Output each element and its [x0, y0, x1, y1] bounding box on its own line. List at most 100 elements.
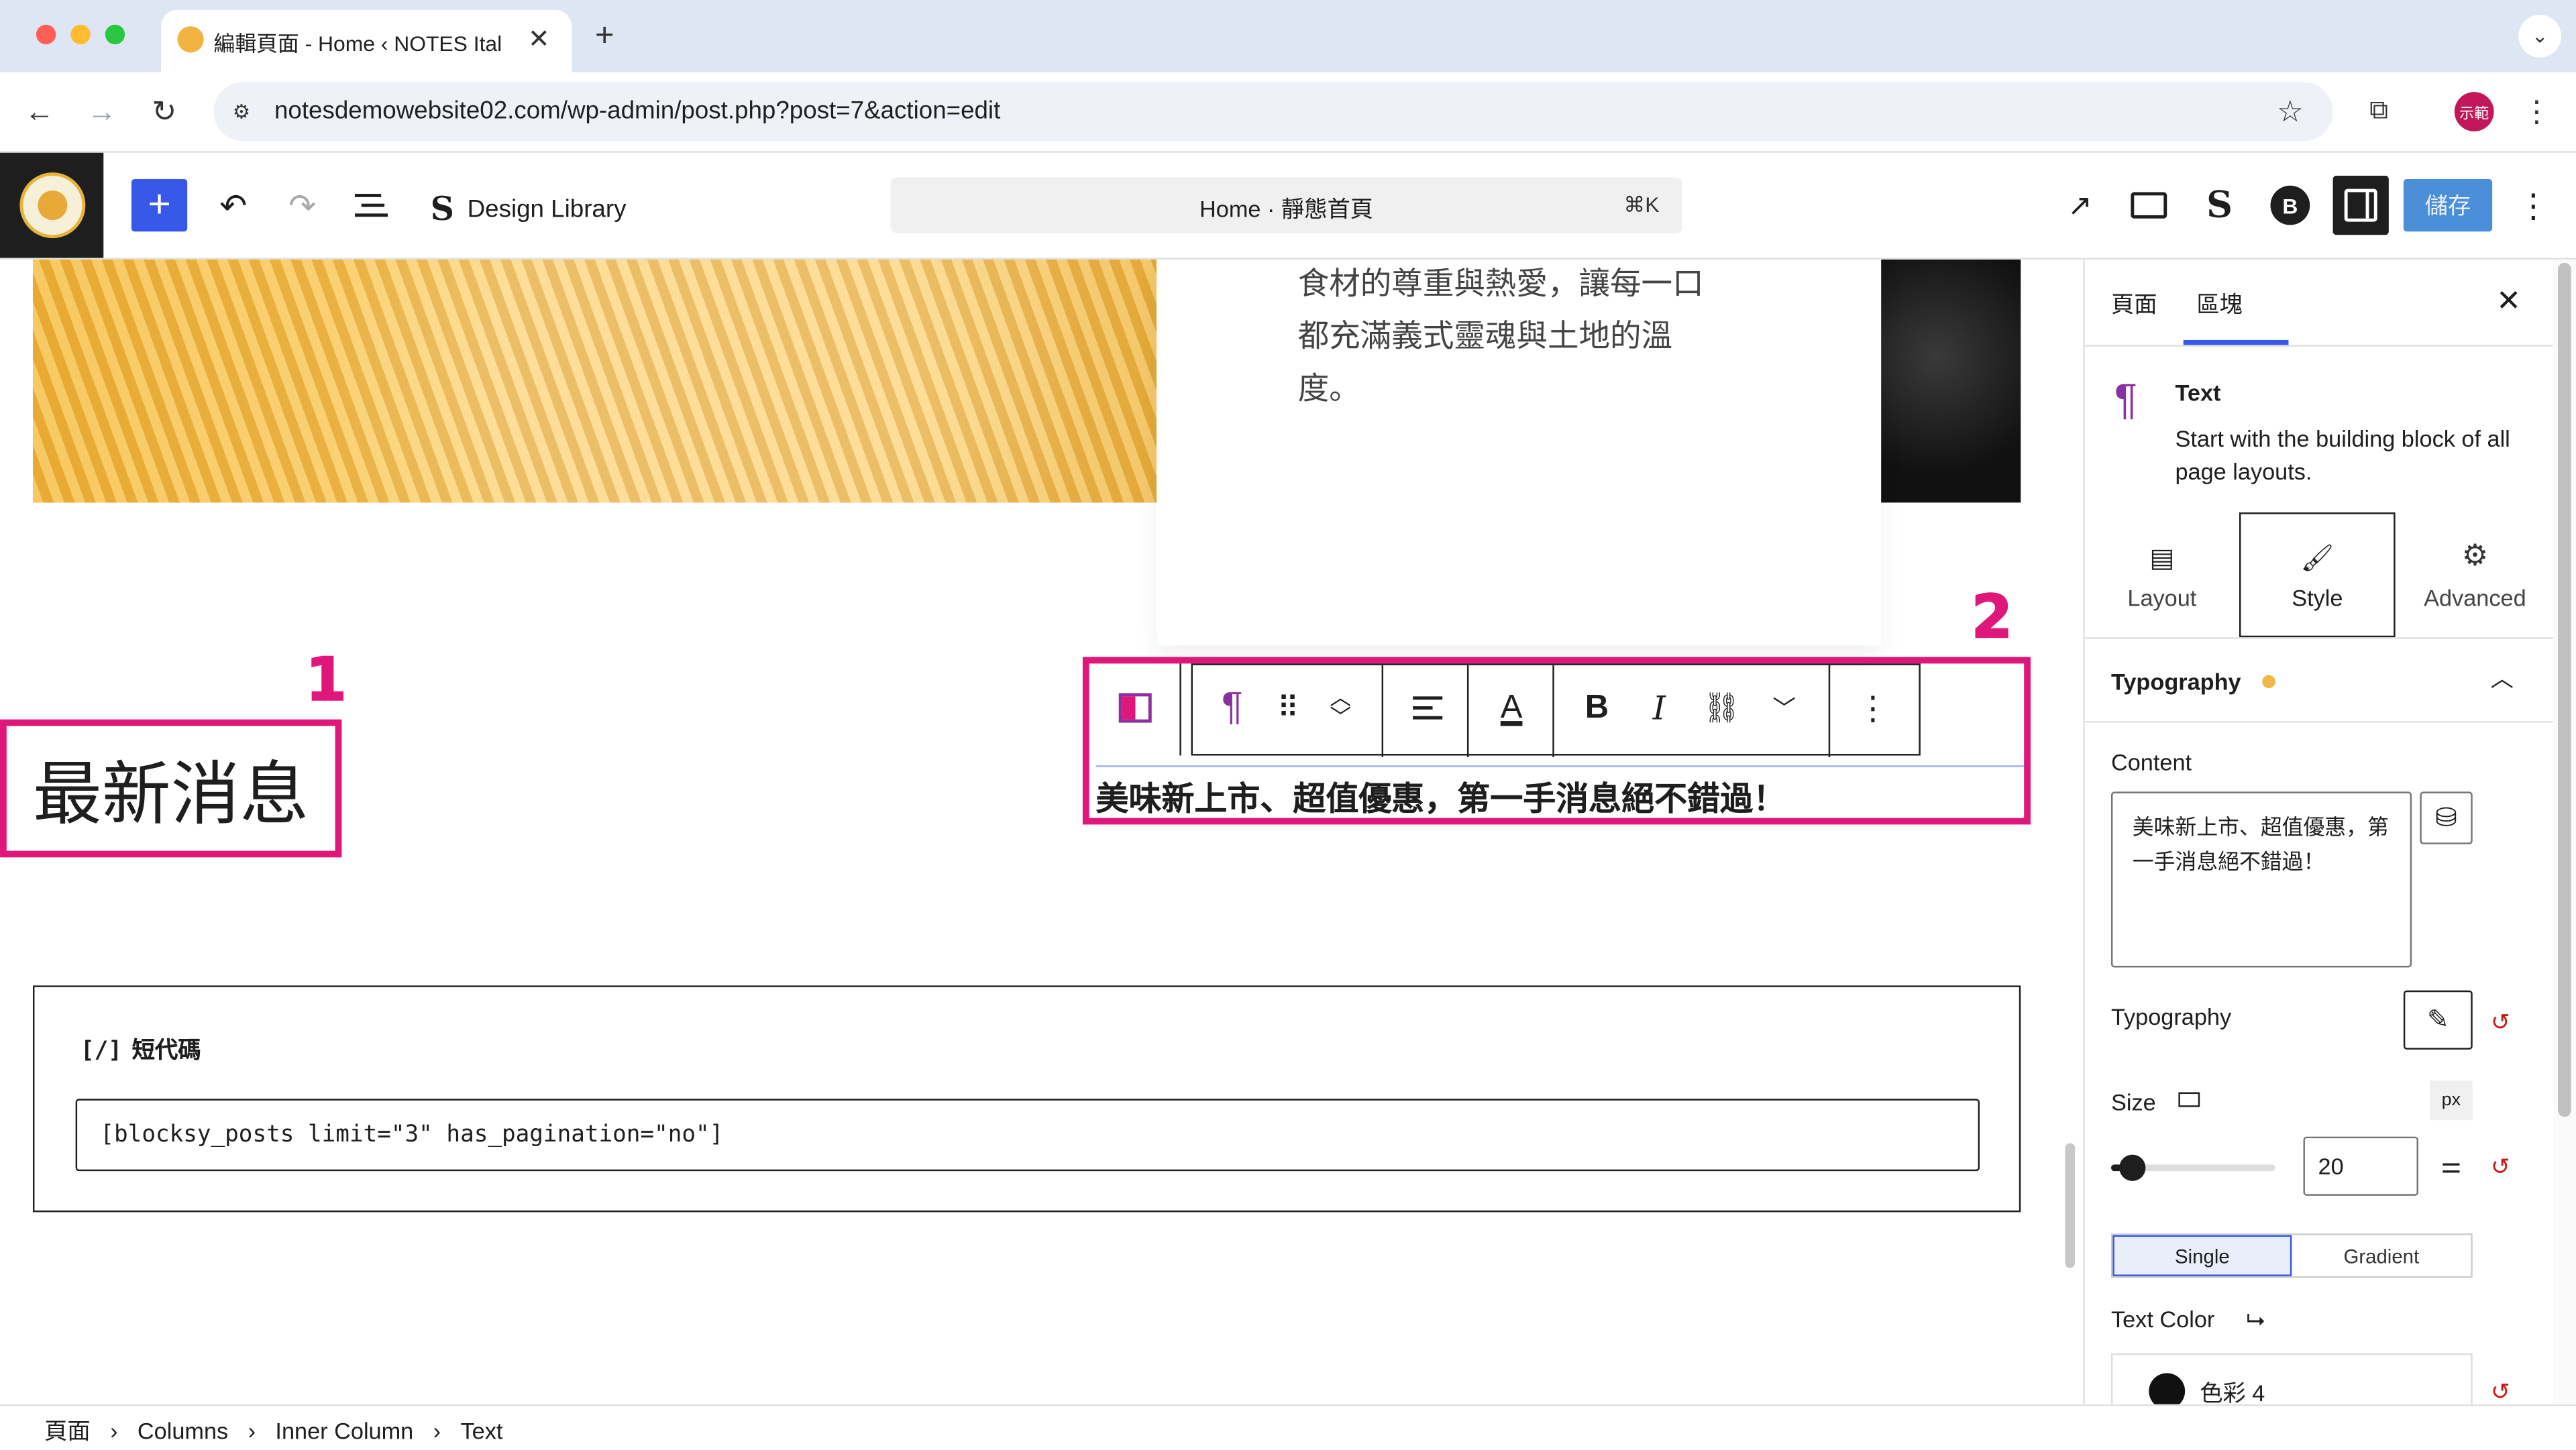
save-button[interactable]: 儲存 — [2403, 178, 2493, 232]
close-window-button[interactable] — [36, 24, 56, 45]
annotation-box-1: 最新消息 — [0, 719, 342, 858]
gear-icon: ⚙ — [2461, 539, 2489, 572]
typography-section-toggle[interactable]: Typography ︿ — [2084, 637, 2555, 723]
subtab-style[interactable]: 🖌 Style — [2239, 512, 2396, 638]
size-unit[interactable]: px — [2430, 1080, 2473, 1121]
dynamic-content-icon[interactable]: ⛁ — [2420, 791, 2473, 844]
color-swatch — [2149, 1373, 2186, 1404]
minimize-window-button[interactable] — [70, 24, 91, 45]
sidebar-icon — [2344, 188, 2377, 222]
breadcrumb-text[interactable]: Text — [460, 1417, 502, 1443]
block-options-icon[interactable]: ⋮ — [1843, 672, 1902, 744]
close-tab-icon[interactable]: ✕ — [523, 23, 555, 56]
inspector-subtabs: ▤ Layout 🖌 Style ⚙ Advanced — [2085, 512, 2555, 638]
size-input[interactable]: 20 — [2303, 1136, 2418, 1196]
bookmark-star-icon[interactable]: ☆ — [2271, 92, 2310, 131]
block-toolbar-group: ¶ ⠿ ︿ ﹀ A B I ⛓ ﹀ ⋮ — [1191, 663, 1921, 757]
bold-button[interactable]: B — [1567, 672, 1626, 744]
reset-color-icon[interactable]: ↺ — [2485, 1376, 2515, 1404]
command-shortcut: ⌘K — [1623, 192, 1660, 217]
stackable-settings-icon[interactable]: S — [2198, 182, 2241, 229]
tab-search-chevron-icon[interactable]: ⌄ — [2518, 15, 2561, 58]
new-tab-icon[interactable]: + — [585, 16, 625, 56]
tab-title: 編輯頁面 - Home ‹ NOTES Ital — [213, 31, 502, 56]
shortcode-block[interactable]: [/] 短代碼 [blocksy_posts limit="3" has_pagi… — [32, 985, 2021, 1213]
editor-canvas[interactable]: 食材的尊重與熱愛，讓每一口都充滿義式靈魂與土地的溫度。 1 最新消息 2 ¶ ⠿… — [0, 259, 2057, 1404]
breadcrumb-inner-column[interactable]: Inner Column — [275, 1417, 413, 1443]
subtab-advanced[interactable]: ⚙ Advanced — [2396, 512, 2555, 637]
browser-menu-icon[interactable]: ⋮ — [2520, 92, 2553, 131]
options-menu-icon[interactable]: ⋮ — [2517, 182, 2550, 229]
view-page-icon[interactable]: ↗ — [2060, 186, 2100, 225]
paragraph-text[interactable]: 美味新上市、超值優惠，第一手消息絕不錯過！ — [1095, 772, 1786, 820]
stackable-block-switcher[interactable] — [1093, 663, 1181, 756]
page-title: Home · 靜態首頁 — [1199, 195, 1374, 222]
color-swatch-button[interactable]: 色彩 4 — [2110, 1353, 2473, 1404]
block-inserter-button[interactable]: + — [131, 178, 188, 232]
more-formats-chevron-icon[interactable]: ﹀ — [1755, 672, 1814, 744]
breadcrumb-page[interactable]: 頁面 — [44, 1414, 91, 1447]
tab-page[interactable]: 頁面 — [2111, 288, 2157, 321]
canvas-scrollbar[interactable] — [2061, 260, 2078, 1404]
size-slider-track[interactable] — [2110, 1154, 2275, 1181]
breadcrumb-columns[interactable]: Columns — [138, 1417, 228, 1443]
move-up-down-icon[interactable]: ︿ ﹀ — [1311, 672, 1370, 744]
shortcode-label: 短代碼 — [131, 1036, 201, 1063]
browser-tab[interactable]: 編輯頁面 - Home ‹ NOTES Ital ✕ — [161, 9, 572, 72]
modified-indicator-dot — [2262, 675, 2275, 689]
paragraph-icon[interactable]: ¶ — [1203, 672, 1262, 744]
color-picker-cursor-icon[interactable]: ⮡ — [2241, 1304, 2270, 1334]
link-icon[interactable]: ⛓ — [1692, 672, 1751, 744]
breadcrumb-chevron-icon: › — [110, 1417, 118, 1444]
document-overview-icon[interactable] — [354, 192, 388, 219]
shortcode-input[interactable]: [blocksy_posts limit="3" has_pagination=… — [75, 1099, 1980, 1172]
desktop-device-icon[interactable] — [2178, 1092, 2200, 1107]
command-palette-bar[interactable]: Home · 靜態首頁 ⌘K — [890, 177, 1682, 233]
latest-news-heading[interactable]: 最新消息 — [33, 738, 309, 838]
forward-icon[interactable]: → — [82, 92, 121, 131]
color-mode-gradient[interactable]: Gradient — [2292, 1235, 2471, 1276]
reset-size-icon[interactable]: ↺ — [2485, 1152, 2515, 1181]
content-label: Content — [2110, 748, 2192, 775]
italic-button[interactable]: I — [1629, 672, 1688, 744]
drag-handle-icon[interactable]: ⠿ — [1258, 672, 1318, 744]
blocksy-icon[interactable]: B — [2270, 185, 2310, 225]
content-textarea[interactable]: 美味新上市、超值優惠，第一手消息絕不錯過！ — [2110, 791, 2412, 968]
text-color-icon[interactable]: A — [1482, 672, 1541, 744]
reload-icon[interactable]: ↻ — [145, 92, 184, 131]
omnibox[interactable]: ⚙ notesdemowebsite02.com/wp-admin/post.p… — [213, 82, 2333, 142]
size-slider-handle[interactable] — [2119, 1154, 2146, 1181]
pasta-image[interactable] — [32, 259, 1157, 503]
site-favicon-icon — [177, 26, 204, 53]
settings-sidebar: 頁面 區塊 ✕ ¶ Text Start with the building b… — [2083, 259, 2555, 1404]
device-preview-icon[interactable] — [2131, 192, 2167, 219]
block-breadcrumb: 頁面 › Columns › Inner Column › Text — [0, 1404, 2576, 1450]
site-logo-button[interactable] — [0, 152, 104, 258]
brush-icon: 🖌 — [2300, 545, 2334, 573]
breadcrumb-chevron-icon: › — [433, 1417, 441, 1444]
columns-icon — [1118, 693, 1152, 723]
tab-block[interactable]: 區塊 — [2196, 288, 2243, 321]
extensions-icon[interactable]: ⧉ — [2359, 92, 2399, 131]
settings-sidebar-toggle[interactable] — [2332, 176, 2389, 235]
profile-avatar[interactable]: 示範 — [2454, 92, 2494, 131]
zoom-window-button[interactable] — [105, 24, 125, 45]
dark-food-image[interactable] — [1881, 259, 2021, 503]
back-icon[interactable]: ← — [19, 92, 59, 131]
undo-icon[interactable]: ↶ — [210, 182, 256, 229]
design-library-button[interactable]: S Design Library — [431, 189, 627, 229]
site-settings-icon[interactable]: ⚙ — [227, 97, 256, 126]
close-sidebar-icon[interactable]: ✕ — [2492, 282, 2525, 319]
block-description: Start with the building block of all pag… — [2175, 425, 2510, 485]
color-mode-single[interactable]: Single — [2112, 1235, 2292, 1276]
edit-typography-pencil-icon[interactable]: ✎ — [2403, 990, 2473, 1050]
sidebar-scrollbar[interactable] — [2553, 259, 2576, 1404]
size-options-icon[interactable]: ⚌ — [2433, 1146, 2469, 1182]
redo-icon[interactable]: ↷ — [279, 182, 325, 229]
reset-typography-icon[interactable]: ↺ — [2485, 1007, 2515, 1036]
subtab-layout[interactable]: ▤ Layout — [2085, 512, 2239, 637]
block-name: Text — [2175, 379, 2221, 406]
size-label: Size — [2110, 1089, 2156, 1115]
url-text: notesdemowebsite02.com/wp-admin/post.php… — [274, 97, 1001, 125]
align-left-icon[interactable] — [1397, 672, 1456, 744]
